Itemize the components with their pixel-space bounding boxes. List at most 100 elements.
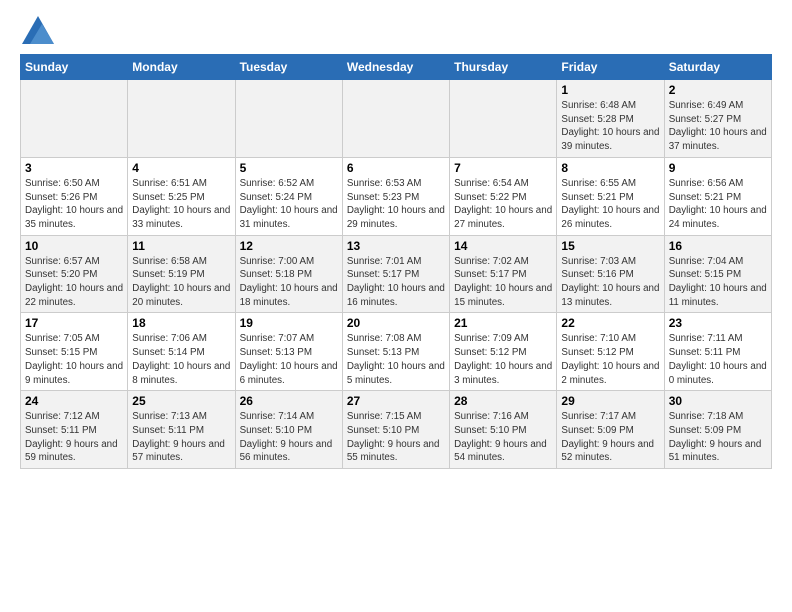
day-number: 7 — [454, 161, 552, 175]
day-info: Sunrise: 6:50 AM Sunset: 5:26 PM Dayligh… — [25, 177, 123, 232]
day-number: 21 — [454, 316, 552, 330]
page: SundayMondayTuesdayWednesdayThursdayFrid… — [0, 0, 792, 479]
day-info: Sunrise: 6:54 AM Sunset: 5:22 PM Dayligh… — [454, 177, 552, 232]
calendar-cell: 25 Sunrise: 7:13 AM Sunset: 5:11 PM Dayli… — [128, 391, 235, 469]
day-info: Sunrise: 7:09 AM Sunset: 5:12 PM Dayligh… — [454, 332, 552, 387]
calendar-cell: 15 Sunrise: 7:03 AM Sunset: 5:16 PM Dayli… — [557, 235, 664, 313]
calendar-cell: 16Sunrise: 7:04 AM Sunset: 5:15 PM Dayli… — [664, 235, 771, 313]
logo-icon — [22, 16, 54, 44]
weekday-header: Friday — [557, 55, 664, 80]
day-info: Sunrise: 7:07 AM Sunset: 5:13 PM Dayligh… — [240, 332, 338, 387]
day-info: Sunrise: 7:06 AM Sunset: 5:14 PM Dayligh… — [132, 332, 230, 387]
day-number: 9 — [669, 161, 767, 175]
calendar-week-row: 17 Sunrise: 7:05 AM Sunset: 5:15 PM Dayli… — [21, 313, 772, 391]
calendar-cell — [235, 80, 342, 158]
day-info: Sunrise: 7:12 AM Sunset: 5:11 PM Dayligh… — [25, 410, 123, 465]
calendar-cell: 6Sunrise: 6:53 AM Sunset: 5:23 PM Daylig… — [342, 157, 449, 235]
calendar-cell — [21, 80, 128, 158]
calendar-cell: 29 Sunrise: 7:17 AM Sunset: 5:09 PM Dayli… — [557, 391, 664, 469]
day-number: 8 — [561, 161, 659, 175]
day-number: 24 — [25, 394, 123, 408]
calendar-cell: 17 Sunrise: 7:05 AM Sunset: 5:15 PM Dayli… — [21, 313, 128, 391]
day-info: Sunrise: 6:57 AM Sunset: 5:20 PM Dayligh… — [25, 255, 123, 310]
header-row: SundayMondayTuesdayWednesdayThursdayFrid… — [21, 55, 772, 80]
day-info: Sunrise: 7:11 AM Sunset: 5:11 PM Dayligh… — [669, 332, 767, 387]
calendar-cell: 13 Sunrise: 7:01 AM Sunset: 5:17 PM Dayli… — [342, 235, 449, 313]
calendar-cell: 2 Sunrise: 6:49 AM Sunset: 5:27 PM Daylig… — [664, 80, 771, 158]
calendar-table: SundayMondayTuesdayWednesdayThursdayFrid… — [20, 54, 772, 469]
weekday-header: Saturday — [664, 55, 771, 80]
day-number: 3 — [25, 161, 123, 175]
calendar-week-row: 1 Sunrise: 6:48 AM Sunset: 5:28 PM Daylig… — [21, 80, 772, 158]
day-info: Sunrise: 7:08 AM Sunset: 5:13 PM Dayligh… — [347, 332, 445, 387]
day-number: 25 — [132, 394, 230, 408]
calendar-cell: 18Sunrise: 7:06 AM Sunset: 5:14 PM Dayli… — [128, 313, 235, 391]
day-info: Sunrise: 7:16 AM Sunset: 5:10 PM Dayligh… — [454, 410, 552, 465]
day-number: 15 — [561, 239, 659, 253]
day-info: Sunrise: 7:05 AM Sunset: 5:15 PM Dayligh… — [25, 332, 123, 387]
day-number: 22 — [561, 316, 659, 330]
calendar-week-row: 10 Sunrise: 6:57 AM Sunset: 5:20 PM Dayli… — [21, 235, 772, 313]
day-info: Sunrise: 7:03 AM Sunset: 5:16 PM Dayligh… — [561, 255, 659, 310]
day-number: 5 — [240, 161, 338, 175]
day-number: 11 — [132, 239, 230, 253]
calendar-week-row: 24 Sunrise: 7:12 AM Sunset: 5:11 PM Dayli… — [21, 391, 772, 469]
calendar-cell: 4 Sunrise: 6:51 AM Sunset: 5:25 PM Daylig… — [128, 157, 235, 235]
calendar-cell — [450, 80, 557, 158]
day-number: 27 — [347, 394, 445, 408]
calendar-cell: 8 Sunrise: 6:55 AM Sunset: 5:21 PM Daylig… — [557, 157, 664, 235]
day-number: 4 — [132, 161, 230, 175]
day-number: 17 — [25, 316, 123, 330]
calendar-cell: 24 Sunrise: 7:12 AM Sunset: 5:11 PM Dayli… — [21, 391, 128, 469]
calendar-cell: 20 Sunrise: 7:08 AM Sunset: 5:13 PM Dayli… — [342, 313, 449, 391]
calendar-cell: 22Sunrise: 7:10 AM Sunset: 5:12 PM Dayli… — [557, 313, 664, 391]
calendar-cell: 14 Sunrise: 7:02 AM Sunset: 5:17 PM Dayli… — [450, 235, 557, 313]
day-number: 19 — [240, 316, 338, 330]
calendar-cell: 21 Sunrise: 7:09 AM Sunset: 5:12 PM Dayli… — [450, 313, 557, 391]
day-info: Sunrise: 7:15 AM Sunset: 5:10 PM Dayligh… — [347, 410, 445, 465]
day-info: Sunrise: 7:18 AM Sunset: 5:09 PM Dayligh… — [669, 410, 767, 465]
calendar-cell: 7 Sunrise: 6:54 AM Sunset: 5:22 PM Daylig… — [450, 157, 557, 235]
calendar-cell: 19 Sunrise: 7:07 AM Sunset: 5:13 PM Dayli… — [235, 313, 342, 391]
day-info: Sunrise: 6:55 AM Sunset: 5:21 PM Dayligh… — [561, 177, 659, 232]
weekday-header: Wednesday — [342, 55, 449, 80]
day-number: 14 — [454, 239, 552, 253]
day-info: Sunrise: 7:00 AM Sunset: 5:18 PM Dayligh… — [240, 255, 338, 310]
weekday-header: Sunday — [21, 55, 128, 80]
weekday-header: Tuesday — [235, 55, 342, 80]
weekday-header: Thursday — [450, 55, 557, 80]
day-number: 10 — [25, 239, 123, 253]
day-number: 1 — [561, 83, 659, 97]
weekday-header: Monday — [128, 55, 235, 80]
day-info: Sunrise: 7:13 AM Sunset: 5:11 PM Dayligh… — [132, 410, 230, 465]
day-info: Sunrise: 6:48 AM Sunset: 5:28 PM Dayligh… — [561, 99, 659, 154]
day-info: Sunrise: 6:56 AM Sunset: 5:21 PM Dayligh… — [669, 177, 767, 232]
calendar-cell: 10 Sunrise: 6:57 AM Sunset: 5:20 PM Dayli… — [21, 235, 128, 313]
day-info: Sunrise: 7:01 AM Sunset: 5:17 PM Dayligh… — [347, 255, 445, 310]
header-area — [20, 16, 772, 44]
day-number: 29 — [561, 394, 659, 408]
day-info: Sunrise: 7:14 AM Sunset: 5:10 PM Dayligh… — [240, 410, 338, 465]
calendar-cell: 28 Sunrise: 7:16 AM Sunset: 5:10 PM Dayli… — [450, 391, 557, 469]
day-info: Sunrise: 6:52 AM Sunset: 5:24 PM Dayligh… — [240, 177, 338, 232]
day-number: 12 — [240, 239, 338, 253]
day-info: Sunrise: 7:02 AM Sunset: 5:17 PM Dayligh… — [454, 255, 552, 310]
day-number: 28 — [454, 394, 552, 408]
calendar-cell: 9 Sunrise: 6:56 AM Sunset: 5:21 PM Daylig… — [664, 157, 771, 235]
calendar-cell: 5 Sunrise: 6:52 AM Sunset: 5:24 PM Daylig… — [235, 157, 342, 235]
calendar-cell: 26 Sunrise: 7:14 AM Sunset: 5:10 PM Dayli… — [235, 391, 342, 469]
calendar-cell: 27 Sunrise: 7:15 AM Sunset: 5:10 PM Dayli… — [342, 391, 449, 469]
day-number: 13 — [347, 239, 445, 253]
day-info: Sunrise: 6:51 AM Sunset: 5:25 PM Dayligh… — [132, 177, 230, 232]
logo — [20, 20, 54, 44]
day-number: 2 — [669, 83, 767, 97]
day-number: 26 — [240, 394, 338, 408]
day-info: Sunrise: 7:17 AM Sunset: 5:09 PM Dayligh… — [561, 410, 659, 465]
calendar-cell — [128, 80, 235, 158]
day-number: 20 — [347, 316, 445, 330]
day-info: Sunrise: 6:49 AM Sunset: 5:27 PM Dayligh… — [669, 99, 767, 154]
calendar-week-row: 3 Sunrise: 6:50 AM Sunset: 5:26 PM Daylig… — [21, 157, 772, 235]
calendar-cell: 30Sunrise: 7:18 AM Sunset: 5:09 PM Dayli… — [664, 391, 771, 469]
calendar-cell — [342, 80, 449, 158]
day-number: 16 — [669, 239, 767, 253]
